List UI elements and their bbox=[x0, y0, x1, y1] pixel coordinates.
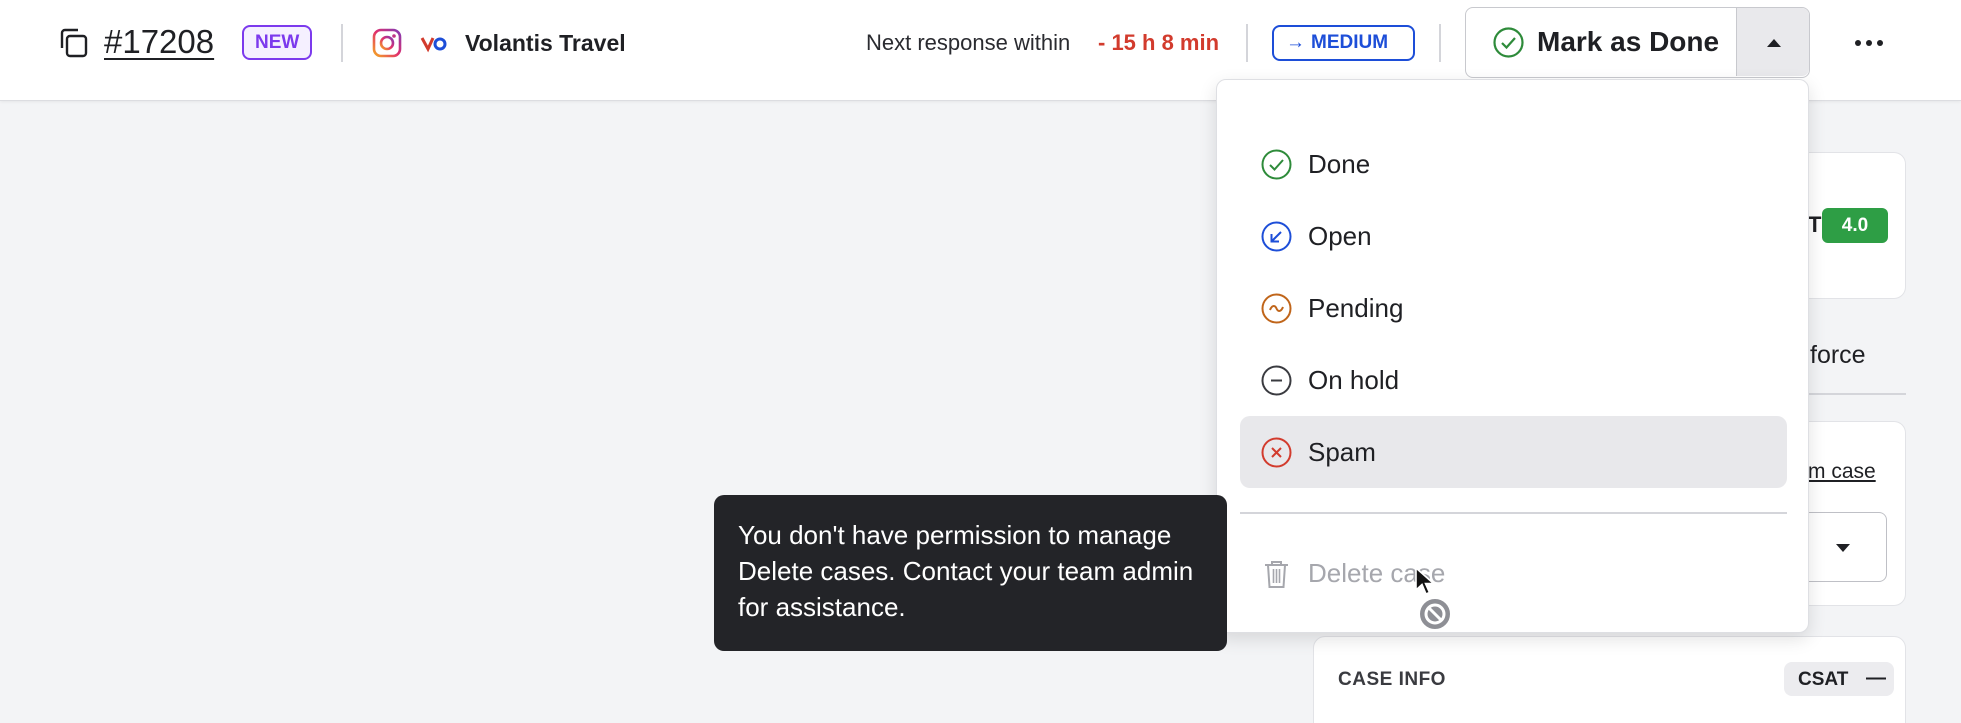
menu-item-on-hold[interactable]: On hold bbox=[1240, 344, 1787, 416]
company-logo-icon bbox=[420, 37, 447, 53]
menu-item-label: On hold bbox=[1308, 364, 1400, 395]
chevron-up-icon bbox=[1767, 39, 1781, 47]
company-name[interactable]: Volantis Travel bbox=[465, 29, 626, 57]
dot bbox=[1866, 40, 1872, 46]
menu-item-label: Open bbox=[1308, 220, 1372, 251]
not-allowed-icon bbox=[1418, 597, 1452, 631]
arrow-right-icon: → bbox=[1286, 32, 1305, 53]
csat-badge: CSAT — bbox=[1784, 662, 1894, 696]
check-circle-icon bbox=[1493, 26, 1524, 58]
menu-item-delete-case[interactable]: Delete case bbox=[1240, 537, 1787, 609]
mark-done-split-button: Mark as Done bbox=[1465, 7, 1810, 78]
mouse-cursor-icon bbox=[1415, 566, 1436, 596]
menu-item-done[interactable]: Done bbox=[1240, 128, 1787, 200]
priority-badge[interactable]: → MEDIUM bbox=[1272, 25, 1415, 61]
next-response-time: - 15 h 8 min bbox=[1098, 30, 1220, 55]
summary-card: T 4.0 bbox=[1808, 152, 1906, 299]
menu-item-label: Pending bbox=[1308, 292, 1404, 323]
menu-item-label: Done bbox=[1308, 148, 1371, 179]
status-dropdown-toggle[interactable] bbox=[1736, 8, 1809, 76]
menu-item-pending[interactable]: Pending bbox=[1240, 272, 1787, 344]
divider bbox=[1808, 393, 1906, 395]
case-link[interactable]: m case bbox=[1808, 460, 1876, 484]
chevron-down-icon bbox=[1836, 544, 1850, 552]
divider bbox=[341, 24, 343, 62]
copy-icon[interactable] bbox=[56, 26, 90, 60]
open-arrow-circle-icon bbox=[1261, 221, 1292, 251]
status-badge: NEW bbox=[242, 25, 313, 60]
trash-icon bbox=[1265, 560, 1288, 588]
instagram-icon bbox=[372, 28, 402, 58]
next-response-label: Next response within bbox=[866, 30, 1071, 55]
select-field[interactable] bbox=[1798, 512, 1887, 582]
summary-text: T bbox=[1808, 212, 1822, 237]
case-info-panel: CASE INFO CSAT — bbox=[1313, 636, 1906, 723]
divider bbox=[1439, 24, 1441, 62]
divider bbox=[1246, 24, 1248, 62]
dot bbox=[1877, 40, 1883, 46]
status-dropdown-menu: Done Open Pending On hold Spam Delete ca… bbox=[1216, 79, 1809, 633]
tab-label[interactable]: force bbox=[1810, 341, 1866, 370]
dot bbox=[1855, 40, 1861, 46]
mark-as-done-button[interactable]: Mark as Done bbox=[1466, 8, 1736, 76]
menu-item-label: Spam bbox=[1308, 436, 1376, 467]
tilde-circle-icon bbox=[1261, 293, 1292, 323]
case-card: m case bbox=[1798, 421, 1906, 606]
menu-divider bbox=[1240, 512, 1787, 514]
menu-item-spam[interactable]: Spam bbox=[1240, 416, 1787, 488]
priority-label: MEDIUM bbox=[1311, 32, 1389, 53]
csat-value: — bbox=[1866, 667, 1886, 689]
case-id-link[interactable]: #17208 bbox=[104, 20, 214, 64]
mark-as-done-label: Mark as Done bbox=[1537, 26, 1720, 57]
permission-tooltip: You don't have permission to manage Dele… bbox=[714, 495, 1227, 651]
menu-item-open[interactable]: Open bbox=[1240, 200, 1787, 272]
x-circle-icon bbox=[1261, 437, 1292, 467]
case-info-title: CASE INFO bbox=[1338, 669, 1446, 690]
check-circle-icon bbox=[1261, 149, 1292, 179]
csat-label: CSAT bbox=[1798, 669, 1849, 690]
minus-circle-icon bbox=[1261, 365, 1292, 395]
more-options-button[interactable] bbox=[1851, 30, 1887, 56]
score-badge: 4.0 bbox=[1822, 208, 1888, 243]
